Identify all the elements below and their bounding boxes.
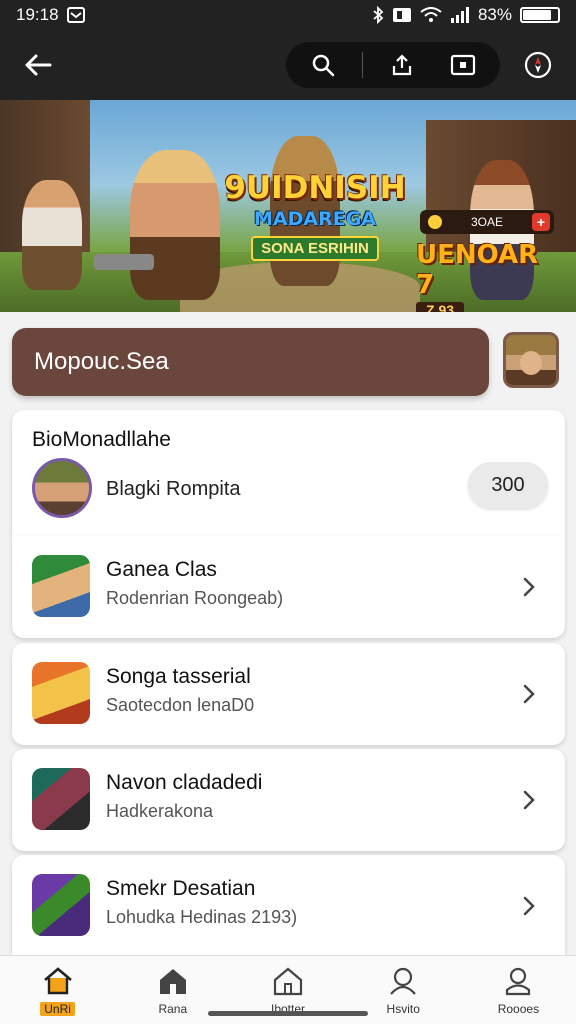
nav-label: Roooes bbox=[497, 1002, 540, 1016]
status-left: 19:18 bbox=[16, 5, 85, 25]
list-item[interactable]: Songa tasserial Saotecdon lenaD0 bbox=[12, 643, 565, 745]
featured-card[interactable]: BioMonadllahe Blagki Rompita 300 bbox=[12, 410, 565, 536]
signal-icon bbox=[450, 7, 470, 23]
chevron-right-icon bbox=[518, 787, 540, 813]
list-item-subtitle: Lohudka Hedinas 2193) bbox=[106, 907, 298, 927]
list-item[interactable]: Smekr Desatian Lohudka Hedinas 2193) bbox=[12, 855, 565, 955]
featured-name: Blagki Rompita bbox=[106, 478, 241, 500]
list-item-thumbnail bbox=[32, 555, 90, 617]
banner-logo: 9UIDNISIH MADAREGA SONA ESRIHIN bbox=[210, 170, 420, 261]
list-item[interactable]: Navon cladadedi Hadkerakona bbox=[12, 749, 565, 851]
chevron-right-icon bbox=[518, 574, 540, 600]
list-item-subtitle: Hadkerakona bbox=[106, 801, 214, 821]
list-item-thumbnail bbox=[32, 662, 90, 724]
add-coins-button[interactable]: + bbox=[531, 213, 550, 231]
banner-coin-chip[interactable]: 3OAE + bbox=[420, 210, 554, 234]
nav-item-account[interactable]: Roooes bbox=[461, 956, 576, 1024]
pill-divider bbox=[361, 52, 363, 78]
list-item-thumbnail bbox=[32, 874, 90, 936]
list-item[interactable]: Ganea Clas Rodenrian Roongeab) bbox=[12, 536, 565, 638]
coin-icon bbox=[428, 215, 442, 229]
banner-gun bbox=[94, 254, 154, 270]
compass-button[interactable] bbox=[518, 45, 558, 85]
status-bar: 19:18 83% bbox=[0, 0, 576, 30]
search-input-value: Mopouc.Sea bbox=[34, 348, 169, 375]
list-item-title: Songa tasserial bbox=[106, 665, 251, 688]
list-item-title: Smekr Desatian bbox=[106, 877, 256, 900]
list-item-title: Ganea Clas bbox=[106, 558, 217, 581]
featured-title: BioMonadllahe bbox=[32, 428, 171, 451]
nav-label: UnRi bbox=[40, 1002, 75, 1016]
nav-label: Rana bbox=[158, 1002, 188, 1016]
list-item-subtitle: Saotecdon lenaD0 bbox=[106, 695, 255, 715]
status-right: 83% bbox=[372, 5, 560, 25]
chevron-right-icon bbox=[518, 893, 540, 919]
cast-button[interactable] bbox=[441, 45, 485, 85]
list-item-subtitle: Rodenrian Roongeab) bbox=[106, 588, 284, 608]
battery-level bbox=[523, 10, 552, 20]
chevron-right-icon bbox=[518, 681, 540, 707]
search-icon bbox=[312, 54, 334, 77]
home-indicator[interactable] bbox=[208, 1011, 368, 1016]
action-pill bbox=[286, 42, 500, 88]
house-outline-icon bbox=[271, 964, 305, 998]
account-icon bbox=[501, 964, 535, 998]
banner-promo-sub: Z 93 bbox=[416, 302, 465, 312]
banner-logo-tag: SONA ESRIHIN bbox=[251, 236, 379, 261]
avatar-face bbox=[520, 351, 542, 375]
search-button[interactable] bbox=[301, 45, 345, 85]
cast-icon bbox=[451, 54, 476, 76]
app-bar bbox=[0, 30, 576, 100]
banner-promo: UENOAR 7 Z 93 bbox=[416, 240, 556, 312]
banner-character-hero bbox=[130, 150, 220, 300]
wifi-icon bbox=[420, 7, 442, 23]
compass-icon bbox=[524, 51, 552, 79]
profile-icon bbox=[386, 964, 420, 998]
notification-icon bbox=[66, 7, 85, 23]
battery-percent: 83% bbox=[477, 5, 512, 24]
back-arrow-icon bbox=[25, 54, 52, 76]
banner-logo-subtitle: MADAREGA bbox=[254, 208, 376, 230]
game-banner[interactable]: 9UIDNISIH MADAREGA SONA ESRIHIN 3OAE + U… bbox=[0, 100, 576, 312]
back-button[interactable] bbox=[16, 43, 60, 87]
search-input[interactable]: Mopouc.Sea bbox=[12, 328, 489, 396]
status-time: 19:18 bbox=[16, 5, 59, 24]
coin-label: 3OAE bbox=[470, 215, 503, 229]
banner-promo-title: UENOAR 7 bbox=[416, 240, 539, 300]
list-item-title: Navon cladadedi bbox=[106, 771, 263, 794]
banner-character-dwarf bbox=[22, 180, 82, 290]
banner-logo-title: 9UIDNISIH bbox=[224, 170, 406, 206]
profile-avatar[interactable] bbox=[503, 332, 559, 388]
battery-icon bbox=[520, 7, 560, 23]
list-item-thumbnail bbox=[32, 768, 90, 830]
featured-count-button[interactable]: 300 bbox=[468, 462, 548, 508]
nav-label: Hsvito bbox=[386, 1002, 420, 1016]
share-icon bbox=[393, 54, 412, 76]
featured-avatar bbox=[32, 458, 92, 518]
nfc-icon bbox=[392, 7, 412, 23]
home-icon bbox=[41, 964, 75, 998]
bluetooth-icon bbox=[372, 6, 384, 24]
nav-item-home[interactable]: UnRi bbox=[0, 956, 115, 1024]
store-icon bbox=[156, 964, 190, 998]
share-button[interactable] bbox=[380, 45, 424, 85]
